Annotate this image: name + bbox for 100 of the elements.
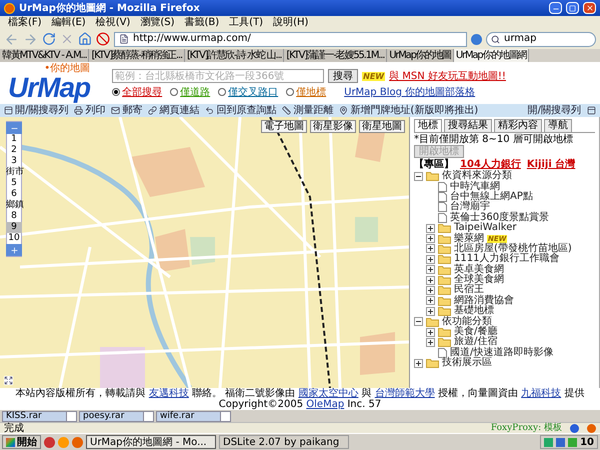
radio-label[interactable]: 僅道路 — [180, 86, 210, 98]
radio-button[interactable] — [112, 88, 120, 96]
panel-tab[interactable]: 導航 — [544, 119, 572, 132]
expand-icon[interactable] — [426, 254, 435, 264]
tree-item[interactable]: 英卓美食網 — [454, 264, 504, 275]
expand-icon[interactable] — [426, 286, 435, 295]
expand-icon[interactable] — [426, 306, 435, 316]
tree-item[interactable]: 國道/快速道路即時影像 — [450, 348, 554, 358]
collapse-icon[interactable] — [414, 172, 423, 181]
map-type-button[interactable]: 衛星影像 — [310, 120, 356, 133]
zoom-level[interactable]: 街市 — [6, 167, 22, 178]
map-view[interactable]: 1 2 3 街市 5 6 鄉鎮 8 9 10 電子地圖 衛星影像 衛星地圖 — [0, 117, 410, 388]
taskbar-button[interactable]: UrMap你的地圖網 - Mo... — [86, 435, 216, 449]
zoom-level[interactable]: 3 — [6, 156, 22, 167]
blog-link[interactable]: UrMap Blog 你的地圖部落格 — [344, 86, 476, 98]
radio-label[interactable]: 僅交叉路口 — [228, 86, 278, 98]
tree-item[interactable]: 台灣廟宇 — [450, 202, 490, 212]
tree-item[interactable]: 技術展示區 — [442, 358, 492, 368]
menu-item[interactable]: 瀏覽(S) — [140, 16, 174, 28]
footer-link[interactable]: OleMap — [306, 399, 344, 410]
close-button[interactable] — [583, 2, 596, 14]
expand-icon[interactable] — [414, 358, 423, 368]
download-item[interactable]: KISS.rar — [2, 410, 77, 422]
msn-link[interactable]: 與 MSN 好友玩互動地圖!! — [389, 68, 506, 84]
zoom-level[interactable]: 5 — [6, 178, 22, 189]
toolbar-item[interactable]: 列印 — [85, 105, 106, 116]
tree-item[interactable]: 網路消費協會 — [454, 296, 514, 306]
expand-icon[interactable] — [426, 296, 435, 306]
zoom-out-button[interactable] — [6, 122, 22, 134]
toolbar-item[interactable]: 郵寄 — [122, 105, 142, 116]
menu-item[interactable]: 工具(T) — [229, 16, 264, 28]
maximize-button[interactable] — [566, 2, 579, 14]
panel-tab[interactable]: 精彩內容 — [494, 119, 542, 132]
home-icon[interactable] — [78, 32, 92, 46]
map-type-button[interactable]: 電子地圖 — [261, 120, 307, 133]
tree-item[interactable]: 旅遊/住宿 — [454, 337, 498, 348]
toolbar-item[interactable]: 測量距離 — [293, 105, 334, 116]
promo-link[interactable]: Kijiji 台灣 — [526, 157, 576, 172]
tree-item[interactable]: 樂萊網 — [454, 234, 484, 244]
zoom-level[interactable]: 鄉鎮 — [6, 200, 22, 211]
tree-item[interactable]: 北區房屋(帶發桃竹苗地區) — [454, 244, 572, 254]
expand-icon[interactable] — [426, 224, 435, 233]
address-field[interactable]: http://www.urmap.com/ — [114, 32, 467, 46]
address-search-field[interactable]: 範例：台北縣板橋市文化路一段366號 — [112, 69, 324, 83]
taskbar-button[interactable]: DSLite 2.07 by paikang — [219, 435, 349, 449]
tree-item[interactable]: 依資料來源分類 — [442, 171, 512, 182]
panel-tab[interactable]: 搜尋結果 — [444, 119, 492, 132]
toolbar-item[interactable]: 網頁連結 — [159, 105, 200, 116]
start-button[interactable]: 開始 — [2, 435, 41, 449]
map-type-button[interactable]: 衛星地圖 — [359, 120, 405, 133]
collapse-icon[interactable] — [414, 317, 423, 326]
expand-icon[interactable] — [426, 234, 435, 244]
tree-item[interactable]: 1111人力銀行工作職會 — [454, 254, 560, 264]
download-item[interactable]: wife.rar — [156, 410, 231, 422]
browser-tab[interactable]: 韓黃MTV&KTV - A.M... — [0, 49, 90, 62]
footer-link[interactable]: 九福科技 — [521, 388, 562, 399]
browser-tab[interactable]: UrMap你的地圖 — [387, 49, 454, 62]
radio-button[interactable] — [218, 88, 226, 96]
zoom-in-button[interactable] — [6, 244, 22, 256]
block-icon[interactable] — [96, 32, 110, 46]
expand-icon[interactable] — [426, 244, 435, 254]
menu-item[interactable]: 檢視(V) — [96, 16, 130, 28]
tree-item[interactable]: 依功能分類 — [442, 316, 492, 327]
expand-icon[interactable] — [426, 276, 435, 285]
zoom-level[interactable]: 10 — [6, 233, 22, 244]
toolbar-item[interactable]: 開/關搜尋列 — [15, 105, 68, 116]
menu-item[interactable]: 檔案(F) — [8, 16, 42, 28]
browser-tab[interactable]: [KTV]蒲謹一-老嫂55.1M... — [284, 49, 388, 62]
menu-item[interactable]: 書籤(B) — [184, 16, 220, 28]
expand-icon[interactable] — [426, 265, 435, 274]
expand-icon[interactable] — [426, 328, 435, 337]
search-button[interactable]: 搜尋 — [328, 69, 358, 83]
browser-tab[interactable]: [KTV]蔡醇蒸-稍稍強正... — [89, 49, 185, 62]
proxy-status[interactable]: FoxyProxy: 模板 — [490, 423, 562, 433]
expand-icon[interactable] — [4, 376, 13, 385]
zoom-level[interactable]: 2 — [6, 145, 22, 156]
footer-link[interactable]: 友邁科技 — [148, 388, 189, 399]
search-field[interactable]: urmap — [486, 32, 596, 46]
logo[interactable]: UrMap — [8, 74, 90, 102]
radio-label[interactable]: 僅地標 — [296, 86, 326, 98]
tree-item[interactable]: 英倫士360度景點賞景 — [450, 212, 550, 223]
toolbar-item[interactable]: 回到原查詢點 — [216, 105, 276, 116]
radio-label[interactable]: 全部搜尋 — [122, 86, 162, 98]
tree-item[interactable]: 台中無線上網AP點 — [450, 192, 533, 202]
zoom-level[interactable]: 9 — [6, 222, 22, 233]
radio-button[interactable] — [170, 88, 178, 96]
tree-item[interactable]: 中時汽車網 — [450, 182, 500, 192]
tree-item[interactable]: 民宿王 — [454, 285, 484, 296]
expand-icon[interactable] — [426, 338, 435, 347]
zoom-level[interactable]: 6 — [6, 189, 22, 200]
radio-button[interactable] — [286, 88, 294, 96]
toolbar-item[interactable]: 新增門牌地址(新版即將推出) — [350, 105, 478, 116]
download-item[interactable]: poesy.rar — [79, 410, 154, 422]
zoom-level[interactable]: 8 — [6, 211, 22, 222]
footer-link[interactable]: 國家太空中心 — [298, 388, 358, 399]
zoom-level[interactable]: 1 — [6, 134, 22, 145]
browser-tab[interactable]: [KTV]許慧欣-詩 水蛇 山... — [184, 49, 284, 62]
tree-item[interactable]: TaipeiWalker — [454, 223, 516, 234]
menu-item[interactable]: 說明(H) — [273, 16, 308, 28]
minimize-button[interactable] — [549, 2, 562, 14]
